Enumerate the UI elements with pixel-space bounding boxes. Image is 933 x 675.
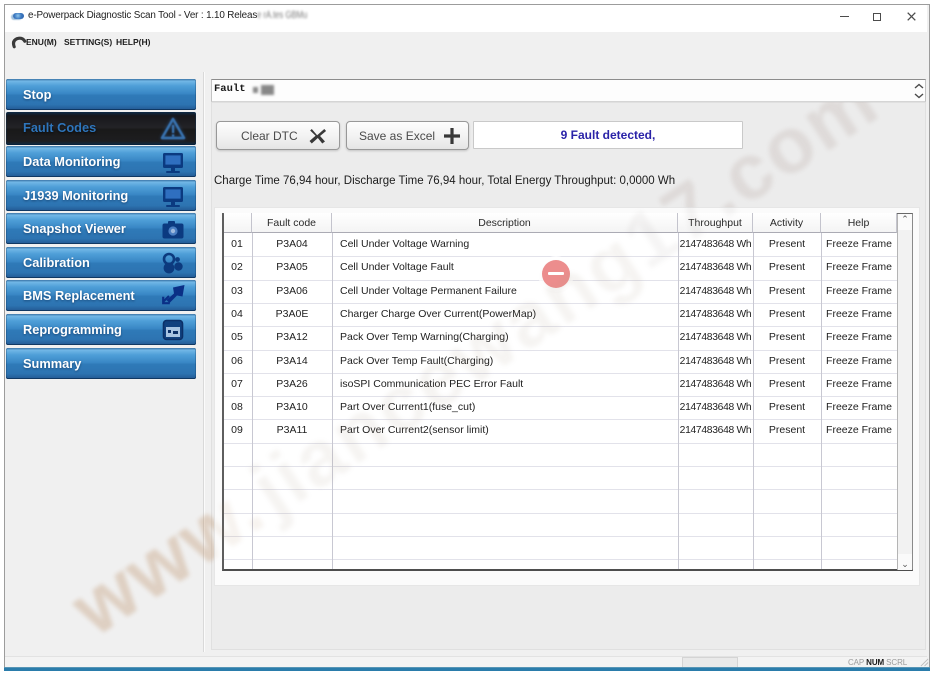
svg-text:www.: www. <box>55 462 280 653</box>
svg-text:jiancewang: jiancewang <box>234 212 656 533</box>
